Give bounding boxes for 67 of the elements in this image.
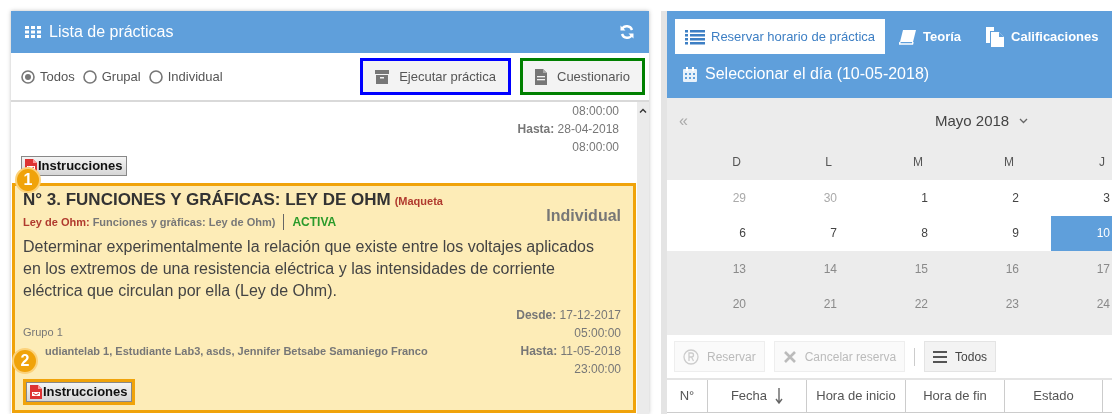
calendar-icon — [683, 66, 697, 82]
action-button[interactable]: Todos — [924, 341, 997, 372]
weekday-label: J — [1098, 154, 1106, 171]
group-name: Grupo 1 — [23, 325, 64, 340]
month-dropdown[interactable]: Mayo 2018 — [935, 110, 1029, 133]
tab[interactable]: Reservar horario de práctica — [675, 19, 886, 54]
time-text: 08:00:00 — [572, 103, 619, 120]
calendar-day[interactable]: 9 — [940, 215, 1031, 251]
column-header[interactable]: Hora de inicio — [807, 380, 906, 412]
weekday-label: L — [824, 154, 833, 171]
copy-icon — [985, 26, 1006, 47]
calendar-day[interactable]: 6 — [667, 215, 758, 251]
document-icon — [535, 68, 547, 85]
group-members: udiantelab 1, Estudiante Lab3, asds, Jennifer Betsabe Samaniego Franco — [44, 343, 429, 359]
weekday-label: M — [912, 154, 924, 171]
instructions-button[interactable]: Instrucciones — [26, 382, 132, 402]
archive-icon — [375, 69, 390, 84]
radio-option[interactable]: Individual — [148, 66, 223, 87]
calendar-day[interactable]: 8 — [849, 215, 940, 251]
column-header[interactable]: Fecha — [708, 380, 807, 412]
column-header[interactable]: Hora de fin — [906, 380, 1005, 412]
list-icon — [685, 28, 705, 45]
calendar-day: 17 — [1031, 251, 1112, 287]
time-text: 23:00:00 — [574, 361, 621, 378]
toolbar-button[interactable]: Ejecutar práctica — [360, 58, 511, 95]
date-text: Hasta: 28-04-2018 — [517, 121, 619, 138]
date-text: Desde: 17-12-2017 — [516, 307, 621, 324]
calendar-day[interactable]: 7 — [758, 215, 849, 251]
date-text: Hasta: 11-05-2018 — [520, 343, 621, 360]
practice-description: Determinar experimentalmente la relación que existe entre los voltajes aplicados en los extremos de una resistencia eléctrica y las intensidades de corriente eléctrica que circulan por ella (Ley de Ohm). — [23, 237, 595, 301]
calendar-day: 15 — [849, 251, 940, 287]
panel-title: Lista de prácticas — [49, 22, 175, 42]
pdf-icon — [30, 385, 42, 399]
time-text: 08:00:00 — [572, 139, 619, 156]
calendar-day: 21 — [758, 286, 849, 322]
radio-option[interactable]: Grupal — [82, 66, 141, 87]
sort-down-icon — [775, 388, 784, 404]
calendar-day: 23 — [940, 286, 1031, 322]
caret-up-icon — [639, 108, 647, 113]
registered-icon — [683, 348, 699, 365]
calendar-day: 14 — [758, 251, 849, 287]
column-header[interactable]: N° — [667, 380, 708, 412]
toolbar-button[interactable]: Cuestionario — [520, 58, 645, 95]
date-title: Seleccionar el día (10-05-2018) — [705, 64, 930, 84]
grid-icon — [25, 26, 41, 38]
practice-type: Individual — [546, 206, 622, 226]
weekday-label: M — [1003, 154, 1015, 171]
calendar-day: 22 — [849, 286, 940, 322]
time-text: 05:00:00 — [574, 325, 621, 342]
column-header[interactable]: Estado — [1005, 380, 1103, 412]
calendar-day[interactable]: 3 — [1031, 180, 1112, 216]
calendar-day: 13 — [667, 251, 758, 287]
practice-heading: N° 3. FUNCIONES Y GRÁFICAS: LEY DE OHM (Maqueta Ley de Ohm: Funciones y gràficas: Ley de Ohm) ACTIVA — [23, 190, 444, 232]
calendar-day: 16 — [940, 251, 1031, 287]
chevron-down-icon — [1019, 118, 1029, 125]
scrollbar[interactable] — [637, 102, 649, 414]
weekday-label: D — [731, 154, 742, 171]
menu-icon — [933, 349, 948, 364]
close-icon — [782, 349, 797, 364]
radio-option[interactable]: Todos — [21, 66, 75, 87]
book-icon — [899, 28, 918, 45]
calendar-day[interactable]: 2 — [940, 180, 1031, 216]
refresh-icon — [619, 24, 635, 40]
callout-badge: 2 — [12, 348, 38, 374]
calendar-day[interactable]: 1 — [849, 180, 940, 216]
calendar-day: 24 — [1031, 286, 1112, 322]
calendar-day: 20 — [667, 286, 758, 322]
